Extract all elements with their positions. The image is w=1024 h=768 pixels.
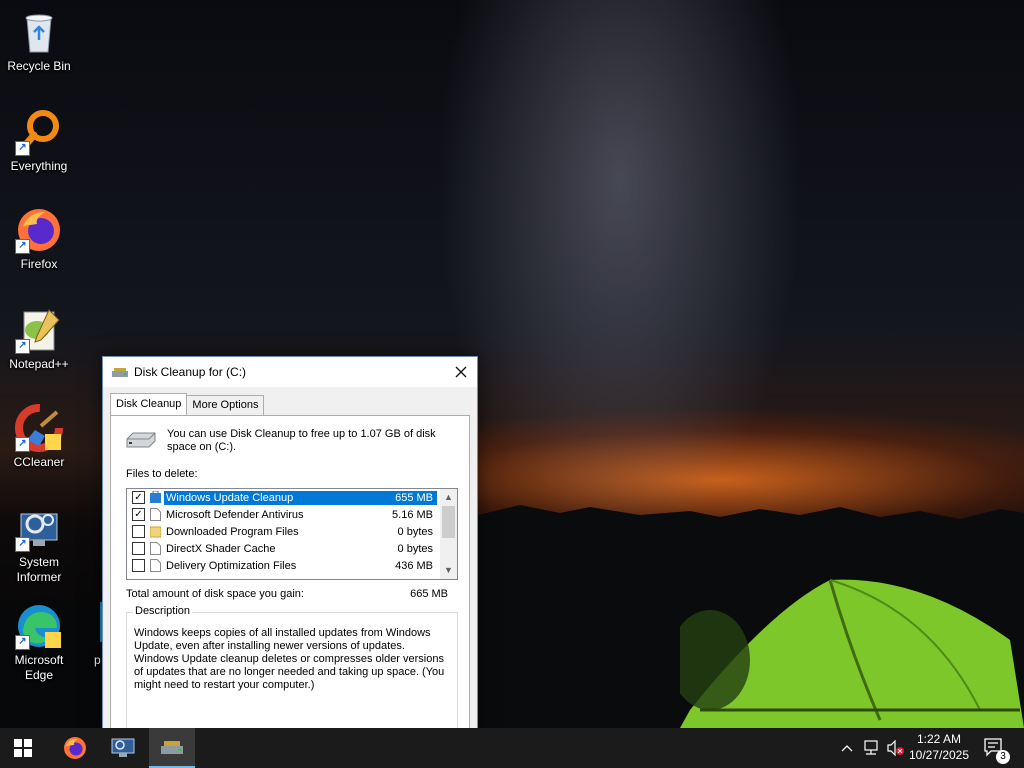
file-name: Microsoft Defender Antivirus (166, 508, 304, 521)
hard-drive-icon (126, 432, 156, 448)
tent-image (680, 579, 1024, 728)
file-icon (150, 559, 161, 572)
desktop-icon-ccleaner[interactable]: ↗ CCleaner (2, 404, 76, 470)
desktop-icon-firefox[interactable]: ↗ Firefox (2, 206, 76, 272)
start-button[interactable] (0, 728, 46, 768)
checkbox[interactable] (132, 525, 145, 538)
file-size: 0 bytes (397, 525, 433, 538)
system-informer-icon: ↗ (15, 504, 63, 552)
desktop-icon-system-informer[interactable]: ↗ System Informer (2, 504, 76, 585)
tab-more-options[interactable]: More Options (186, 395, 265, 415)
taskbar-disk-cleanup[interactable] (149, 728, 195, 768)
checkbox[interactable]: ✓ (132, 491, 145, 504)
dialog-title: Disk Cleanup for (C:) (134, 365, 247, 379)
file-size: 436 MB (395, 559, 433, 572)
shortcut-arrow-icon: ↗ (15, 339, 30, 354)
chevron-up-icon (841, 745, 853, 752)
firefox-icon: ↗ (15, 206, 63, 254)
clock-time: 1:22 AM (916, 732, 962, 746)
disk-cleanup-icon (161, 741, 183, 754)
folder-icon (150, 526, 161, 538)
list-item[interactable]: Downloaded Program Files 0 bytes (127, 523, 457, 540)
intro-section: You can use Disk Cleanup to free up to 1… (125, 428, 455, 454)
shortcut-arrow-icon: ↗ (15, 141, 30, 156)
list-item[interactable]: DirectX Shader Cache 0 bytes (127, 540, 457, 557)
windows-logo-icon (14, 739, 32, 757)
taskbar-firefox[interactable] (52, 728, 98, 768)
edge-icon: ↗ (15, 602, 63, 650)
description-text: Windows keeps copies of all installed up… (134, 627, 445, 691)
clock[interactable]: 1:22 AM 10/27/2025 (902, 731, 976, 763)
checkbox[interactable] (132, 559, 145, 572)
show-hidden-icons-button[interactable] (838, 728, 856, 768)
file-size: 655 MB (349, 490, 437, 505)
description-label: Description (133, 605, 193, 617)
desktop-icon-label: System Informer (16, 555, 62, 584)
shortcut-arrow-icon: ↗ (15, 437, 30, 452)
file-name: DirectX Shader Cache (166, 542, 276, 555)
desktop-icon-label: Microsoft Edge (14, 653, 64, 682)
taskbar-system-informer[interactable] (100, 728, 146, 768)
clock-date: 10/27/2025 (908, 748, 970, 762)
list-item[interactable]: ✓ Windows Update Cleanup 655 MB (127, 489, 457, 506)
disk-cleanup-icon (112, 368, 128, 377)
tab-disk-cleanup[interactable]: Disk Cleanup (110, 393, 188, 415)
windows-update-icon (150, 491, 161, 503)
list-item[interactable]: Delivery Optimization Files 436 MB (127, 557, 457, 574)
shortcut-arrow-icon: ↗ (15, 537, 30, 552)
total-label: Total amount of disk space you gain: (126, 588, 304, 600)
tab-panel: You can use Disk Cleanup to free up to 1… (110, 415, 470, 739)
list-scrollbar[interactable]: ▲ ▼ (440, 489, 457, 579)
desktop-icon-label: Notepad++ (9, 357, 69, 371)
disk-cleanup-dialog: Disk Cleanup for (C:) Disk Cleanup More … (102, 356, 478, 739)
notepad-plus-plus-icon: ↗ (15, 306, 63, 354)
close-button[interactable] (445, 357, 477, 387)
file-size: 0 bytes (397, 542, 433, 555)
total-value: 665 MB (410, 588, 448, 600)
file-name: Downloaded Program Files (166, 525, 299, 538)
scroll-down-arrow-icon[interactable]: ▼ (440, 562, 457, 579)
desktop-icon-label: Firefox (20, 257, 58, 271)
file-name: Windows Update Cleanup (164, 490, 349, 505)
system-informer-icon (111, 738, 135, 757)
desktop-icon-notepad-plus-plus[interactable]: ↗ Notepad++ (2, 306, 76, 372)
shortcut-arrow-icon: ↗ (15, 635, 30, 650)
checkbox[interactable] (132, 542, 145, 555)
recycle-bin-icon (15, 8, 63, 56)
network-icon (864, 740, 878, 755)
file-name: Delivery Optimization Files (166, 559, 297, 572)
taskbar: 1:22 AM 10/27/2025 3 (0, 728, 1024, 768)
close-icon (455, 366, 467, 378)
list-item[interactable]: ✓ Microsoft Defender Antivirus 5.16 MB (127, 506, 457, 523)
scroll-thumb[interactable] (442, 506, 455, 538)
total-space-row: Total amount of disk space you gain: 665… (126, 588, 456, 600)
everything-icon: ↗ (15, 108, 63, 156)
desktop-icon-microsoft-edge[interactable]: ↗ Microsoft Edge (2, 602, 76, 683)
desktop-icon-label: Recycle Bin (7, 59, 71, 73)
desktop-icon-recycle-bin[interactable]: Recycle Bin (2, 8, 76, 74)
dialog-tabs: Disk Cleanup More Options (110, 393, 265, 415)
desktop-icon-label: CCleaner (13, 455, 65, 469)
description-group: Description Windows keeps copies of all … (126, 605, 458, 739)
checkbox[interactable]: ✓ (132, 508, 145, 521)
action-center-button[interactable]: 3 (980, 728, 1010, 768)
firefox-icon (64, 737, 86, 759)
intro-text: You can use Disk Cleanup to free up to 1… (167, 428, 436, 453)
network-button[interactable] (860, 728, 882, 768)
desktop-icon-everything[interactable]: ↗ Everything (2, 108, 76, 174)
file-icon (150, 508, 161, 521)
desktop-icon-label: Everything (10, 159, 68, 173)
files-to-delete-label: Files to delete: (126, 468, 198, 480)
scroll-up-arrow-icon[interactable]: ▲ (440, 489, 457, 506)
file-size: 5.16 MB (392, 508, 433, 521)
shortcut-arrow-icon: ↗ (15, 239, 30, 254)
dialog-titlebar[interactable]: Disk Cleanup for (C:) (103, 357, 477, 387)
files-to-delete-list[interactable]: ✓ Windows Update Cleanup 655 MB ✓ Micros… (126, 488, 458, 580)
notification-count-badge: 3 (996, 750, 1010, 764)
ccleaner-icon: ↗ (15, 404, 63, 452)
file-icon (150, 542, 161, 555)
